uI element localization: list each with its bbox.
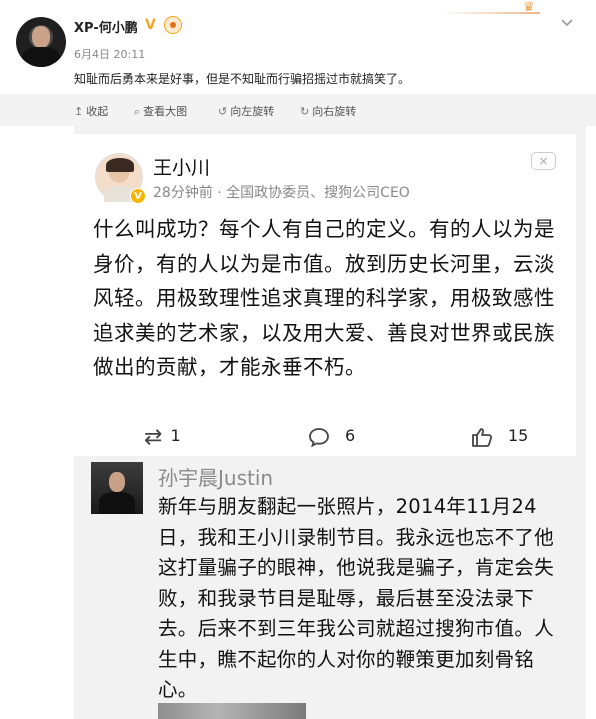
quoted-username: 孙宇晨Justin (158, 466, 274, 490)
comment-count-value: 6 (345, 426, 356, 445)
comment-count: 6 (308, 425, 355, 450)
quoted-username: 王小川 (153, 157, 211, 179)
avatar-body (99, 492, 135, 514)
post-image[interactable]: V 王小川 28分钟前 · 全国政协委员、搜狗公司CEO × 什么叫成功？每个人… (74, 126, 586, 719)
view-large-button[interactable]: ⌕ 查看大图 (134, 103, 187, 119)
username[interactable]: XP-何小鹏 (74, 17, 138, 36)
verified-icon: V (130, 188, 146, 204)
rotate-right-button[interactable]: ↻ 向右旋转 (300, 103, 356, 119)
rotate-right-icon: ↻ (300, 105, 310, 118)
avatar-hair (106, 158, 134, 172)
weibo-post-view: XP-何小鹏 V 6月4日 20:11 知耻而后勇本来是好事，但是不知耻而行骗招… (0, 0, 596, 719)
repost-icon: ⇄ (144, 425, 163, 450)
like-count: 15 (471, 425, 528, 450)
view-large-label: 查看大图 (143, 105, 188, 118)
avatar-body (22, 47, 60, 67)
rotate-right-label: 向右旋转 (312, 105, 357, 118)
quoted-text: 什么叫成功？每个人有自己的定义。有的人以为是身价，有的人以为是市值。放到历史长河… (93, 217, 555, 379)
magnifier-icon: ⌕ (134, 105, 141, 118)
crown-icon: ♛ (523, 0, 535, 15)
avatar (91, 462, 143, 514)
avatar-face (32, 26, 50, 48)
comment-icon (308, 425, 337, 450)
post-header: XP-何小鹏 V 6月4日 20:11 知耻而后勇本来是好事，但是不知耻而行骗招… (0, 0, 596, 94)
avatar-face (109, 472, 125, 492)
quoted-text: 新年与朋友翻起一张照片，2014年11月24日，我和王小川录制节目。我永远也忘不… (158, 495, 555, 701)
repost-count: ⇄ 1 (144, 425, 181, 450)
photo-thumbnail (158, 703, 306, 719)
like-count-value: 15 (508, 426, 529, 445)
post-text: 知耻而后勇本来是好事，但是不知耻而行骗招摇过市就搞笑了。 (74, 72, 411, 86)
quoted-post-sun: 孙宇晨Justin 新年与朋友翻起一张照片，2014年11月24日，我和王小川录… (74, 456, 576, 719)
repost-count-value: 1 (170, 426, 181, 445)
collapse-button[interactable]: ↥ 收起 (74, 103, 108, 119)
rotate-left-button[interactable]: ↺ 向左旋转 (218, 103, 274, 119)
member-badge-icon (164, 16, 182, 34)
rotate-left-icon: ↺ (218, 105, 228, 118)
close-icon: × (531, 152, 556, 170)
avatar[interactable] (16, 17, 66, 67)
thumbs-up-icon (471, 425, 500, 450)
post-timestamp[interactable]: 6月4日 20:11 (74, 46, 145, 62)
collapse-label: 收起 (86, 105, 109, 118)
quoted-meta: 28分钟前 · 全国政协委员、搜狗公司CEO (153, 185, 410, 201)
arrow-up-icon: ↥ (74, 105, 84, 118)
rotate-left-label: 向左旋转 (230, 105, 275, 118)
chevron-down-icon[interactable] (561, 15, 573, 31)
image-toolbar: ↥ 收起 ⌕ 查看大图 ↺ 向左旋转 ↻ 向右旋转 (0, 94, 596, 126)
verified-icon: V (145, 17, 156, 33)
